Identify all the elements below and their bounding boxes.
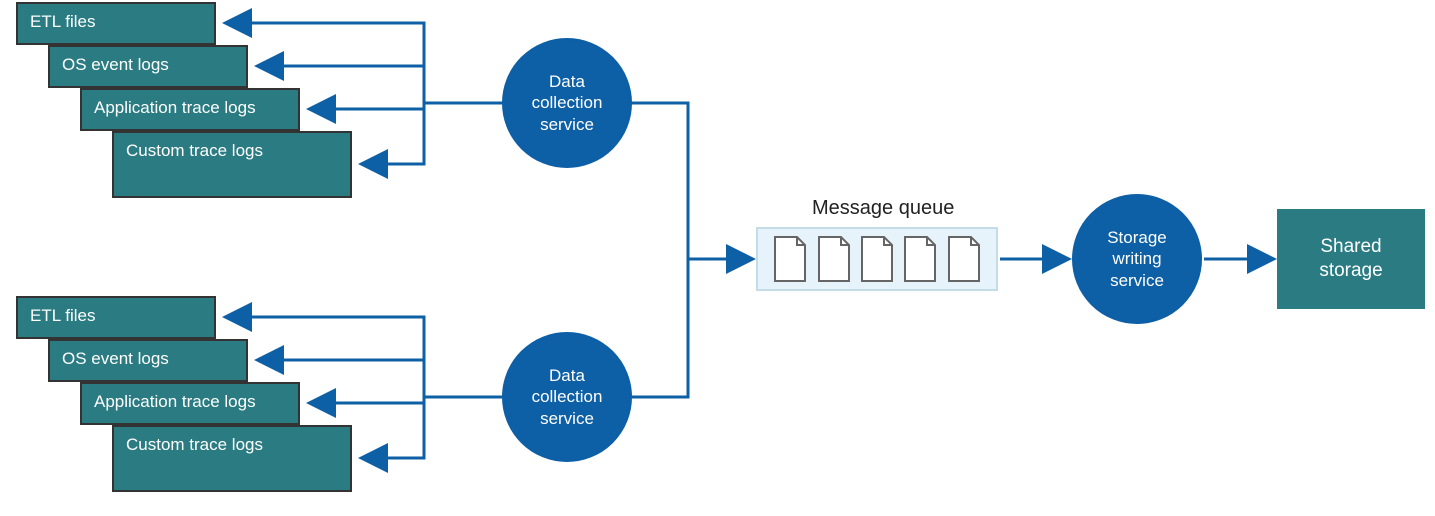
log-source-box-top-2: OS event logs [48, 45, 248, 88]
log-source-box-bottom-3: Application trace logs [80, 382, 300, 425]
arrow-top-to-custom [364, 103, 424, 164]
document-icon [901, 235, 939, 283]
message-queue [756, 227, 998, 291]
log-source-box-bottom-2: OS event logs [48, 339, 248, 382]
log-source-label: ETL files [30, 306, 96, 325]
circle-label: Data collection service [532, 365, 603, 429]
log-source-label: OS event logs [62, 349, 169, 368]
document-icon [815, 235, 853, 283]
log-source-label: OS event logs [62, 55, 169, 74]
log-source-label: ETL files [30, 12, 96, 31]
log-source-box-top-1: ETL files [16, 2, 216, 45]
data-collection-service-bottom: Data collection service [502, 332, 632, 462]
log-source-label: Application trace logs [94, 392, 256, 411]
box-label: Shared storage [1319, 235, 1382, 283]
arrow-bottom-circle-to-queue [630, 259, 688, 397]
log-source-box-bottom-4: Custom trace logs [112, 425, 352, 492]
document-icon [945, 235, 983, 283]
storage-writing-service: Storage writing service [1072, 194, 1202, 324]
arrow-bottom-to-custom [364, 397, 424, 458]
log-source-label: Custom trace logs [126, 141, 263, 160]
document-icon [858, 235, 896, 283]
log-source-box-bottom-1: ETL files [16, 296, 216, 339]
arrow-top-circle-to-queue [630, 103, 750, 259]
log-source-box-top-4: Custom trace logs [112, 131, 352, 198]
document-icon [771, 235, 809, 283]
log-source-box-top-3: Application trace logs [80, 88, 300, 131]
log-source-label: Application trace logs [94, 98, 256, 117]
circle-label: Data collection service [532, 71, 603, 135]
circle-label: Storage writing service [1107, 227, 1167, 291]
data-collection-service-top: Data collection service [502, 38, 632, 168]
log-source-label: Custom trace logs [126, 435, 263, 454]
message-queue-label: Message queue [812, 197, 954, 220]
shared-storage: Shared storage [1277, 209, 1425, 309]
